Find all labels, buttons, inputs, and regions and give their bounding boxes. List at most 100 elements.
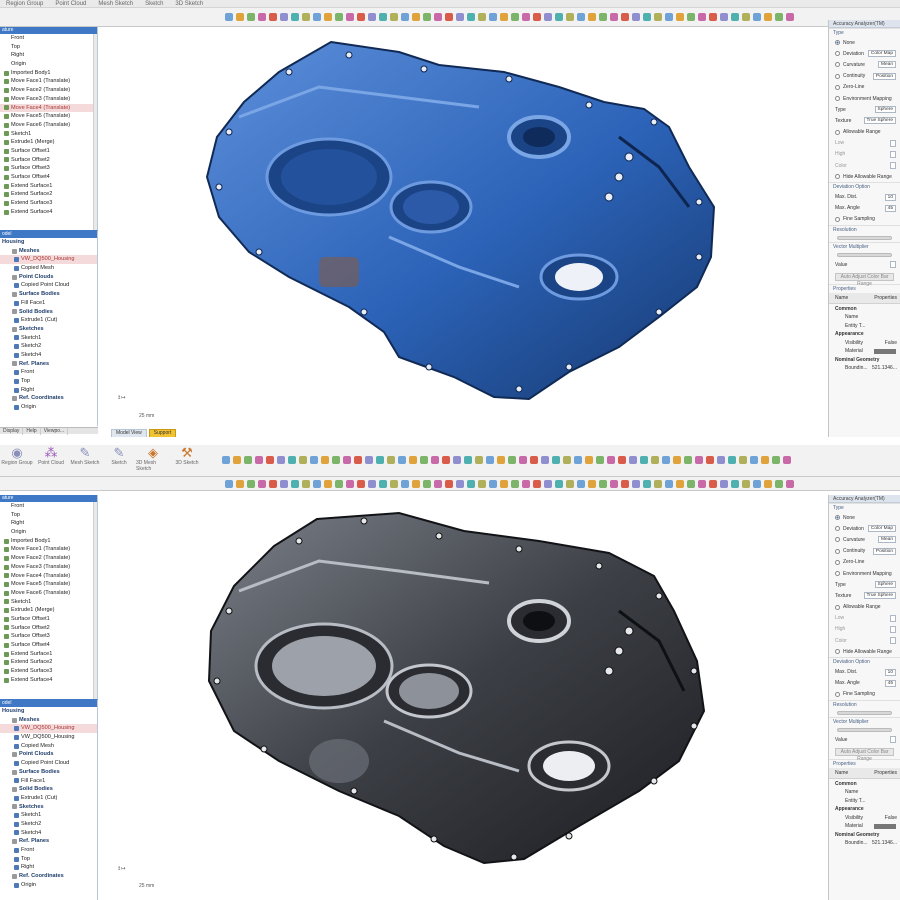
- feature-tree-item[interactable]: Front: [0, 34, 97, 43]
- toolbar-tool-icon[interactable]: [772, 456, 780, 464]
- toolbar-tool-icon[interactable]: [530, 456, 538, 464]
- feature-tree-scrollbar[interactable]: [93, 502, 97, 699]
- model-tree-category[interactable]: Ref. Planes: [0, 360, 97, 369]
- toolbar-tool-icon[interactable]: [676, 480, 684, 488]
- option-deviation[interactable]: Deviation Color Map: [829, 48, 900, 59]
- env-select[interactable]: Sphere: [874, 581, 896, 589]
- model-tree-category[interactable]: Surface Bodies: [0, 768, 97, 777]
- model-tree-item[interactable]: Origin: [0, 881, 97, 890]
- toolbar-tool-icon[interactable]: [709, 13, 717, 21]
- toolbar-tool-icon[interactable]: [566, 13, 574, 21]
- model-tree-item[interactable]: Sketch1: [0, 811, 97, 820]
- toolbar-tool-icon[interactable]: [310, 456, 318, 464]
- toolbar-tool-icon[interactable]: [720, 13, 728, 21]
- model-tree-item[interactable]: Sketch2: [0, 342, 97, 351]
- toolbar-tool-icon[interactable]: [324, 480, 332, 488]
- feature-tree-item[interactable]: Extend Surface3: [0, 667, 97, 676]
- resolution-slider[interactable]: [837, 236, 892, 240]
- checkbox[interactable]: [835, 649, 840, 655]
- feature-tree-item[interactable]: Move Face1 (Translate): [0, 545, 97, 554]
- model-tree-category[interactable]: Ref. Coordinates: [0, 394, 97, 403]
- option-curvature[interactable]: Curvature Mean: [829, 59, 900, 70]
- toolbar-tool-icon[interactable]: [761, 456, 769, 464]
- toolbar-tool-icon[interactable]: [717, 456, 725, 464]
- model-tree-item[interactable]: Top: [0, 377, 97, 386]
- material-swatch[interactable]: [874, 348, 896, 354]
- env-select[interactable]: True Sphere: [863, 592, 896, 600]
- toolbar-tool-icon[interactable]: [291, 480, 299, 488]
- toolbar-tool-icon[interactable]: [277, 456, 285, 464]
- option-environment-mapping[interactable]: Environment Mapping: [829, 93, 900, 104]
- feature-tree-item[interactable]: Move Face2 (Translate): [0, 86, 97, 95]
- toolbar-tool-icon[interactable]: [563, 456, 571, 464]
- model-tree-item[interactable]: Sketch1: [0, 334, 97, 343]
- toolbar-tool-icon[interactable]: [706, 456, 714, 464]
- env-select[interactable]: True Sphere: [863, 117, 896, 125]
- radio-button[interactable]: [835, 51, 840, 57]
- toolbar-tool-icon[interactable]: [698, 480, 706, 488]
- toolbar-tool-icon[interactable]: [456, 13, 464, 21]
- model-tree-item[interactable]: Sketch2: [0, 820, 97, 829]
- toolbar-tool-icon[interactable]: [764, 480, 772, 488]
- low-field-input[interactable]: [890, 139, 896, 147]
- ribbon-tool-sketch[interactable]: ✎ Sketch: [102, 445, 136, 473]
- toolbar-tool-icon[interactable]: [313, 13, 321, 21]
- toolbar-tool-icon[interactable]: [552, 456, 560, 464]
- toolbar-tool-icon[interactable]: [753, 13, 761, 21]
- toolbar-tool-icon[interactable]: [379, 480, 387, 488]
- model-tree-category[interactable]: Point Clouds: [0, 750, 97, 759]
- feature-tree-item[interactable]: Move Face1 (Translate): [0, 77, 97, 86]
- toolbar-tool-icon[interactable]: [453, 456, 461, 464]
- toolbar-tool-icon[interactable]: [632, 480, 640, 488]
- toolbar-tool-icon[interactable]: [607, 456, 615, 464]
- auto-adjust-button[interactable]: Auto Adjust Color Bar Range: [835, 273, 894, 287]
- feature-tree-item[interactable]: Extend Surface2: [0, 190, 97, 199]
- model-tree-category[interactable]: Surface Bodies: [0, 290, 97, 299]
- toolbar-tool-icon[interactable]: [401, 480, 409, 488]
- toolbar-tool-icon[interactable]: [365, 456, 373, 464]
- toolbar-tool-icon[interactable]: [379, 13, 387, 21]
- hide-allowable-checkbox[interactable]: Hide Allowable Range: [829, 646, 900, 657]
- toolbar-tool-icon[interactable]: [233, 456, 241, 464]
- toolbar-tool-icon[interactable]: [467, 13, 475, 21]
- toolbar-tool-icon[interactable]: [541, 456, 549, 464]
- toolbar-tool-icon[interactable]: [335, 480, 343, 488]
- model-tree-item[interactable]: Copied Point Cloud: [0, 281, 97, 290]
- toolbar-tool-icon[interactable]: [409, 456, 417, 464]
- toolbar-tool-icon[interactable]: [720, 480, 728, 488]
- feature-tree-item[interactable]: Front: [0, 502, 97, 511]
- toolbar-tool-icon[interactable]: [533, 480, 541, 488]
- toolbar-tool-icon[interactable]: [225, 13, 233, 21]
- feature-tree-item[interactable]: Extend Surface4: [0, 676, 97, 685]
- toolbar-tool-icon[interactable]: [643, 480, 651, 488]
- feature-tree-item[interactable]: Extend Surface3: [0, 199, 97, 208]
- toolbar-tool-icon[interactable]: [511, 13, 519, 21]
- option-select[interactable]: Position: [872, 72, 896, 80]
- feature-tree-item[interactable]: Surface Offset2: [0, 156, 97, 165]
- model-viewport[interactable]: ↥↦ 25 mm: [99, 491, 828, 900]
- toolbar-tool-icon[interactable]: [665, 13, 673, 21]
- toolbar-tool-icon[interactable]: [478, 480, 486, 488]
- checkbox[interactable]: [835, 174, 840, 180]
- ribbon-tab[interactable]: 3D Sketch: [169, 0, 209, 8]
- fine-sampling-checkbox[interactable]: Fine Sampling: [829, 689, 900, 700]
- model-tree-item[interactable]: Copied Mesh: [0, 264, 97, 273]
- toolbar-tool-icon[interactable]: [577, 480, 585, 488]
- toolbar-tool-icon[interactable]: [258, 480, 266, 488]
- color-field-input[interactable]: [890, 162, 896, 170]
- option-none[interactable]: None: [829, 512, 900, 523]
- toolbar-tool-icon[interactable]: [244, 456, 252, 464]
- option-curvature[interactable]: Curvature Mean: [829, 534, 900, 545]
- toolbar-tool-icon[interactable]: [742, 480, 750, 488]
- model-tree-item[interactable]: Sketch4: [0, 351, 97, 360]
- radio-button[interactable]: [835, 73, 840, 79]
- toolbar-tool-icon[interactable]: [684, 456, 692, 464]
- toolbar-tool-icon[interactable]: [629, 456, 637, 464]
- low-field-input[interactable]: [890, 614, 896, 622]
- toolbar-tool-icon[interactable]: [618, 456, 626, 464]
- feature-tree-item[interactable]: Surface Offset1: [0, 615, 97, 624]
- feature-tree-item[interactable]: Move Face2 (Translate): [0, 554, 97, 563]
- model-tree-item[interactable]: Top: [0, 855, 97, 864]
- model-tree-category[interactable]: Meshes: [0, 716, 97, 725]
- max-angle-input[interactable]: 45: [884, 679, 896, 687]
